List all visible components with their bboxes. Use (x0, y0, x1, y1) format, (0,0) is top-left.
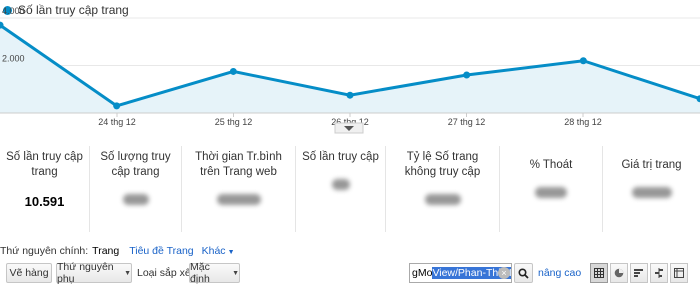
view-table-button[interactable] (590, 263, 608, 283)
scorecard-label: % Thoát (529, 159, 573, 171)
scorecard-avg-time[interactable]: Thời gian Tr.bình trên Trang web (182, 146, 296, 232)
search-icon (518, 267, 529, 279)
scorecard-label: Tỷ lệ Số trang không truy cập (404, 151, 481, 178)
line-chart: 4.0002.000 24 thg 12 25 thg 12 26 thg 12 27… (0, 6, 700, 134)
scorecard-exit-rate[interactable]: % Thoát (500, 146, 603, 232)
series-area (0, 25, 700, 113)
scorecard-value-blurred (331, 179, 350, 190)
y-tick-label: 4.000 (2, 6, 25, 16)
scorecard-value: 10.591 (24, 194, 65, 209)
scorecard-label: Thời gian Tr.bình trên Trang web (195, 151, 282, 178)
scorecard-bounce-rate[interactable]: Tỷ lệ Số trang không truy cập (386, 146, 500, 232)
scorecard-pageviews[interactable]: Số lần truy cập trang 10.591 (0, 146, 90, 232)
view-performance-button[interactable] (630, 263, 648, 283)
comparison-icon (655, 268, 663, 278)
chevron-down-icon: ▼ (227, 249, 235, 256)
scorecard-label: Số lượng truy cập trang (100, 151, 171, 178)
collapse-toggle[interactable] (334, 122, 364, 134)
scorecard-label: Số lần truy cập trang (6, 151, 83, 178)
view-comparison-button[interactable] (650, 263, 668, 283)
clear-icon[interactable]: × (498, 267, 510, 279)
plot-rows-button[interactable]: Vẽ hàng (6, 263, 52, 283)
pivot-icon (674, 268, 684, 278)
data-point[interactable] (113, 102, 121, 110)
search-text: gMo (412, 267, 433, 279)
y-tick-label: 2.000 (2, 54, 25, 64)
scorecard-unique-pageviews[interactable]: Số lượng truy cập trang (90, 146, 182, 232)
scorecard-page-value[interactable]: Giá trị trang (603, 146, 700, 232)
chevron-down-icon: ▼ (124, 269, 131, 277)
plot-rows-label: Vẽ hàng (9, 267, 49, 279)
sort-type-dropdown[interactable]: Mặc định ▼ (189, 261, 240, 285)
scorecard-value-blurred (535, 187, 567, 198)
bar-chart-icon (634, 269, 643, 277)
scorecard-entrances[interactable]: Số lần truy cập (296, 146, 386, 232)
chevron-down-icon: ▼ (232, 269, 239, 277)
search-button[interactable] (514, 263, 533, 283)
scorecard-value-blurred (216, 194, 261, 205)
scorecard-value-blurred (122, 194, 149, 205)
dimension-page-active[interactable]: Trang (92, 245, 119, 257)
scorecard-label: Giá trị trang (621, 159, 682, 171)
scorecards: Số lần truy cập trang 10.591 Số lượng tr… (0, 146, 700, 232)
table-grid-icon (594, 268, 604, 278)
secondary-dimension-dropdown[interactable]: Thứ nguyên phụ ▼ (56, 261, 132, 285)
pie-chart-icon (614, 268, 624, 278)
dimension-other-link[interactable]: Khác ▼ (202, 245, 235, 257)
table-search-input[interactable]: gMo View/Phan-Thi-Hai × (409, 263, 512, 283)
sort-default-label: Mặc định (190, 261, 210, 285)
x-tick-label: 24 thg 12 (98, 117, 136, 127)
scorecard-value-blurred (631, 187, 672, 198)
secondary-dimension-label: Thứ nguyên phụ (57, 261, 114, 285)
dimension-page-title-link[interactable]: Tiêu đề Trang (129, 245, 193, 257)
table-toolbar: Vẽ hàng Thứ nguyên phụ ▼ Loại sắp xếp: M… (0, 261, 700, 285)
x-tick-label: 28 thg 12 (564, 117, 602, 127)
data-point[interactable] (579, 57, 587, 65)
data-point[interactable] (346, 91, 354, 99)
primary-dimension-bar: Thứ nguyên chính: Trang Tiêu đề Trang Kh… (0, 244, 243, 258)
x-tick-label: 27 thg 12 (448, 117, 486, 127)
data-point[interactable] (463, 71, 471, 79)
data-point[interactable] (229, 67, 237, 75)
view-pivot-button[interactable] (670, 263, 688, 283)
x-tick-label: 25 thg 12 (215, 117, 253, 127)
advanced-filter-link[interactable]: nâng cao (538, 267, 581, 279)
primary-dimension-label: Thứ nguyên chính: (0, 245, 89, 257)
view-pie-button[interactable] (610, 263, 628, 283)
scorecard-value-blurred (424, 194, 461, 205)
dimension-other-label: Khác (201, 245, 226, 257)
scorecard-label: Số lần truy cập (302, 151, 379, 163)
